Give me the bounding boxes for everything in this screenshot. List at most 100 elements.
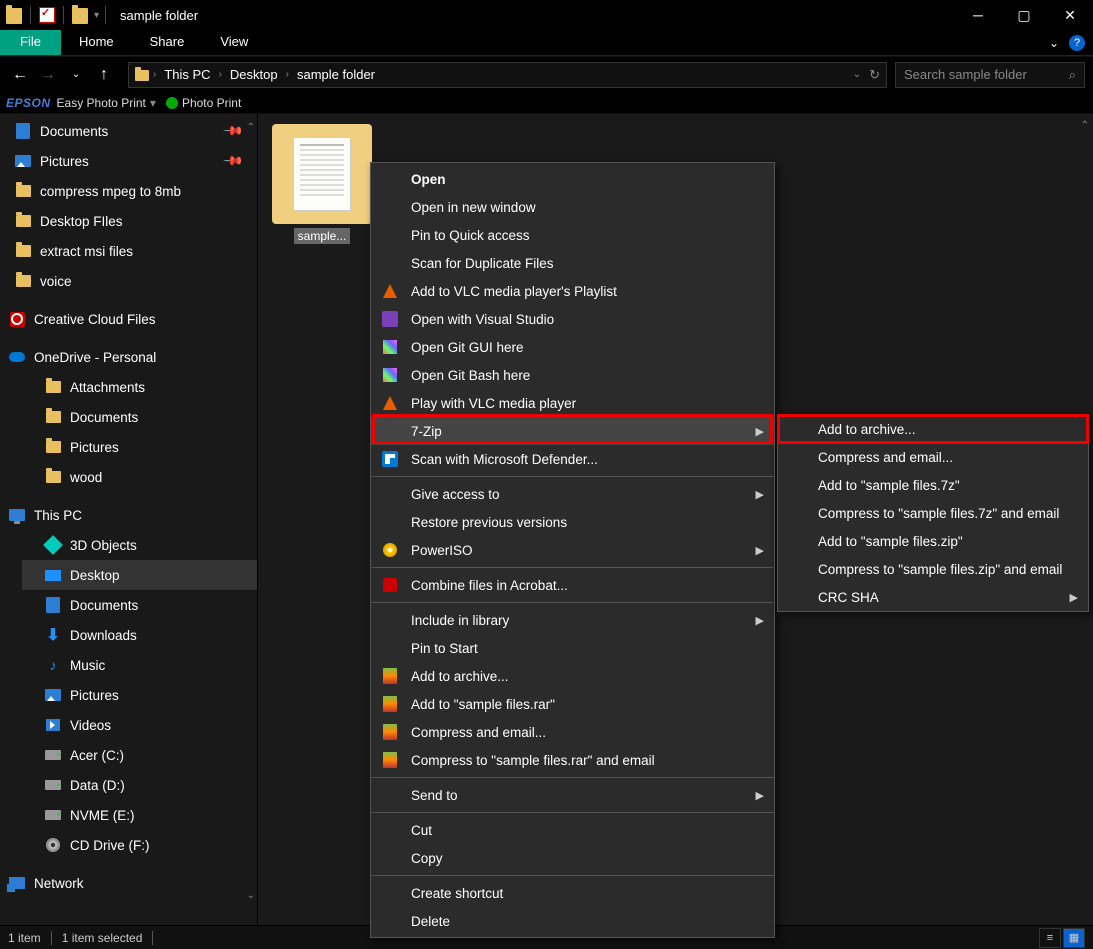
chevron-right-icon[interactable]: › xyxy=(215,69,226,80)
breadcrumb-desktop[interactable]: Desktop xyxy=(226,67,282,82)
submenu-compress-7z-email[interactable]: Compress to "sample files.7z" and email xyxy=(778,499,1088,527)
menu-pin-start[interactable]: Pin to Start xyxy=(371,634,774,662)
menu-poweriso[interactable]: PowerISO▶ xyxy=(371,536,774,564)
tree-item-cd-drive[interactable]: CD Drive (F:) xyxy=(22,830,257,860)
search-input[interactable]: Search sample folder ⌕ xyxy=(895,62,1085,88)
submenu-add-7z[interactable]: Add to "sample files.7z" xyxy=(778,471,1088,499)
easy-photo-print-button[interactable]: Easy Photo Print xyxy=(57,96,146,110)
recent-dropdown-icon[interactable]: ⌄ xyxy=(64,63,88,87)
tree-item-attachments[interactable]: Attachments xyxy=(22,372,257,402)
forward-button[interactable]: → xyxy=(36,63,60,87)
menu-add-rar[interactable]: Add to "sample files.rar" xyxy=(371,690,774,718)
tree-item-voice[interactable]: voice xyxy=(0,266,257,296)
minimize-button[interactable]: ─ xyxy=(955,0,1001,30)
menu-open-new-window[interactable]: Open in new window xyxy=(371,193,774,221)
tree-item-acer-c[interactable]: Acer (C:) xyxy=(22,740,257,770)
close-button[interactable]: ✕ xyxy=(1047,0,1093,30)
tree-item-od-documents[interactable]: Documents xyxy=(22,402,257,432)
tree-item-network[interactable]: Network xyxy=(0,868,257,898)
tree-item-compress[interactable]: compress mpeg to 8mb xyxy=(0,176,257,206)
file-item-sample[interactable]: sample... xyxy=(268,124,376,244)
home-tab[interactable]: Home xyxy=(61,30,132,55)
refresh-icon[interactable]: ↻ xyxy=(869,67,880,83)
menu-defender[interactable]: Scan with Microsoft Defender... xyxy=(371,445,774,473)
submenu-add-zip[interactable]: Add to "sample files.zip" xyxy=(778,527,1088,555)
tree-item-documents[interactable]: Documents📌 xyxy=(0,116,257,146)
submenu-add-archive[interactable]: Add to archive... xyxy=(778,415,1088,443)
view-icons-button[interactable]: ▦ xyxy=(1063,928,1085,948)
photo-print-button[interactable]: Photo Print xyxy=(182,96,241,110)
pin-icon[interactable]: 📌 xyxy=(222,120,245,143)
tree-item-music[interactable]: ♪Music xyxy=(22,650,257,680)
navigation-pane[interactable]: ⌃ Documents📌 Pictures📌 compress mpeg to … xyxy=(0,114,258,925)
tree-item-desktopfiles[interactable]: Desktop FIles xyxy=(0,206,257,236)
tree-item-data-d[interactable]: Data (D:) xyxy=(22,770,257,800)
tree-item-wood[interactable]: wood xyxy=(22,462,257,492)
git-icon xyxy=(383,340,397,354)
cd-drive-icon xyxy=(46,838,60,852)
menu-restore-versions[interactable]: Restore previous versions xyxy=(371,508,774,536)
menu-git-bash[interactable]: Open Git Bash here xyxy=(371,361,774,389)
menu-7zip[interactable]: 7-Zip▶ xyxy=(371,417,774,445)
submenu-compress-zip-email[interactable]: Compress to "sample files.zip" and email xyxy=(778,555,1088,583)
tree-item-3d-objects[interactable]: 3D Objects xyxy=(22,530,257,560)
scroll-up-icon[interactable]: ⌃ xyxy=(1081,120,1089,131)
menu-combine-acrobat[interactable]: Combine files in Acrobat... xyxy=(371,571,774,599)
submenu-crc-sha[interactable]: CRC SHA▶ xyxy=(778,583,1088,611)
dropdown-icon[interactable]: ▾ xyxy=(150,96,156,110)
properties-icon[interactable] xyxy=(39,7,55,23)
breadcrumb-this-pc[interactable]: This PC xyxy=(160,67,214,82)
menu-give-access[interactable]: Give access to▶ xyxy=(371,480,774,508)
menu-copy[interactable]: Copy xyxy=(371,844,774,872)
menu-compress-rar-email[interactable]: Compress to "sample files.rar" and email xyxy=(371,746,774,774)
address-bar[interactable]: › This PC › Desktop › sample folder ⌄ ↻ xyxy=(128,62,887,88)
qat-dropdown-icon[interactable]: ▾ xyxy=(94,10,99,21)
chevron-right-icon[interactable]: › xyxy=(149,69,160,80)
chevron-right-icon[interactable]: › xyxy=(282,69,293,80)
menu-create-shortcut[interactable]: Create shortcut xyxy=(371,879,774,907)
menu-scan-duplicate[interactable]: Scan for Duplicate Files xyxy=(371,249,774,277)
new-folder-icon[interactable] xyxy=(72,8,88,24)
maximize-button[interactable]: ▢ xyxy=(1001,0,1047,30)
tree-item-downloads[interactable]: ⬇Downloads xyxy=(22,620,257,650)
menu-git-gui[interactable]: Open Git GUI here xyxy=(371,333,774,361)
tree-item-this-pc[interactable]: This PC xyxy=(0,500,257,530)
menu-send-to[interactable]: Send to▶ xyxy=(371,781,774,809)
help-icon[interactable]: ? xyxy=(1069,35,1085,51)
scroll-up-icon[interactable]: ⌃ xyxy=(247,122,255,133)
tree-item-pc-documents[interactable]: Documents xyxy=(22,590,257,620)
scroll-down-icon[interactable]: ⌄ xyxy=(247,890,255,901)
share-tab[interactable]: Share xyxy=(132,30,203,55)
view-details-button[interactable]: ≡ xyxy=(1039,928,1061,948)
window-title: sample folder xyxy=(120,8,198,23)
tree-item-extract[interactable]: extract msi files xyxy=(0,236,257,266)
menu-include-library[interactable]: Include in library▶ xyxy=(371,606,774,634)
submenu-compress-email[interactable]: Compress and email... xyxy=(778,443,1088,471)
menu-open[interactable]: Open xyxy=(371,165,774,193)
tree-item-pc-pictures[interactable]: Pictures xyxy=(22,680,257,710)
menu-add-archive[interactable]: Add to archive... xyxy=(371,662,774,690)
back-button[interactable]: ← xyxy=(8,63,32,87)
address-dropdown-icon[interactable]: ⌄ xyxy=(853,69,861,80)
menu-cut[interactable]: Cut xyxy=(371,816,774,844)
photo-print-icon xyxy=(166,97,178,109)
breadcrumb-current[interactable]: sample folder xyxy=(293,67,379,82)
menu-pin-quick-access[interactable]: Pin to Quick access xyxy=(371,221,774,249)
tree-item-pictures[interactable]: Pictures📌 xyxy=(0,146,257,176)
tree-item-desktop[interactable]: Desktop xyxy=(22,560,257,590)
ribbon-collapse-icon[interactable]: ⌄ xyxy=(1049,36,1059,50)
tree-item-videos[interactable]: Videos xyxy=(22,710,257,740)
menu-add-vlc-playlist[interactable]: Add to VLC media player's Playlist xyxy=(371,277,774,305)
view-tab[interactable]: View xyxy=(202,30,266,55)
menu-open-visual-studio[interactable]: Open with Visual Studio xyxy=(371,305,774,333)
tree-item-creative-cloud[interactable]: Creative Cloud Files xyxy=(0,304,257,334)
pin-icon[interactable]: 📌 xyxy=(222,150,245,173)
menu-delete[interactable]: Delete xyxy=(371,907,774,935)
tree-item-od-pictures[interactable]: Pictures xyxy=(22,432,257,462)
file-tab[interactable]: File xyxy=(0,30,61,55)
menu-play-vlc[interactable]: Play with VLC media player xyxy=(371,389,774,417)
menu-compress-email[interactable]: Compress and email... xyxy=(371,718,774,746)
tree-item-nvme-e[interactable]: NVME (E:) xyxy=(22,800,257,830)
up-button[interactable]: ↑ xyxy=(92,63,116,87)
tree-item-onedrive[interactable]: OneDrive - Personal xyxy=(0,342,257,372)
